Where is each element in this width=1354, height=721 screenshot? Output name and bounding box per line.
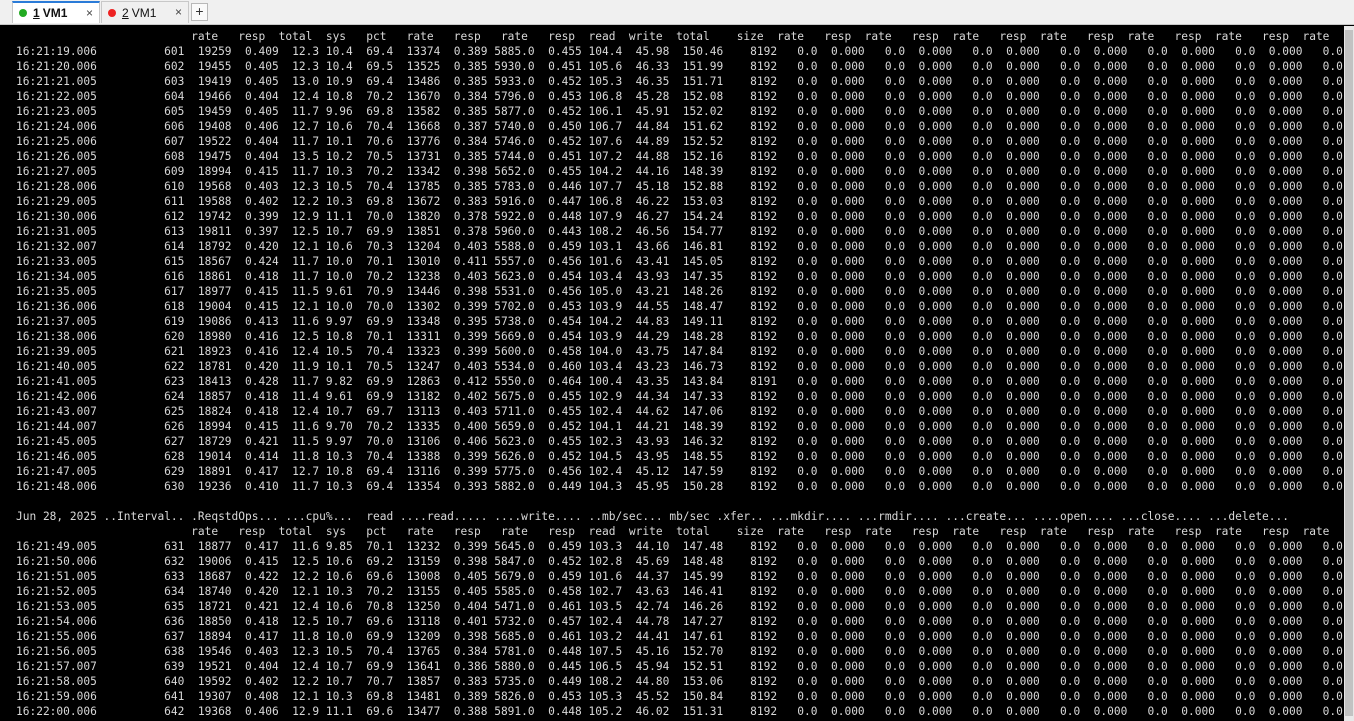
- terminal-line: 16:22:00.006 642 19368 0.406 12.9 11.1 6…: [16, 705, 1344, 718]
- terminal-line: 16:21:40.005 622 18781 0.420 11.9 10.1 7…: [16, 360, 1344, 373]
- terminal-line: 16:21:58.005 640 19592 0.402 12.2 10.7 7…: [16, 675, 1344, 688]
- terminal-line: 16:21:33.005 615 18567 0.424 11.7 10.0 7…: [16, 255, 1344, 268]
- tab-bar: 1 VM1 × 2 VM1 × +: [0, 0, 1354, 25]
- terminal-line: 16:21:46.005 628 19014 0.414 11.8 10.3 7…: [16, 450, 1344, 463]
- terminal-line: 16:21:19.006 601 19259 0.409 12.3 10.4 6…: [16, 45, 1344, 58]
- terminal-line: 16:21:47.005 629 18891 0.417 12.7 10.8 6…: [16, 465, 1344, 478]
- terminal-line: 16:21:56.005 638 19546 0.403 12.3 10.5 7…: [16, 645, 1344, 658]
- vertical-scrollbar[interactable]: [1344, 26, 1354, 721]
- new-tab-button[interactable]: +: [191, 3, 208, 21]
- terminal-line: 16:21:54.006 636 18850 0.418 12.5 10.7 6…: [16, 615, 1344, 628]
- terminal-line: 16:21:34.005 616 18861 0.418 11.7 10.0 7…: [16, 270, 1344, 283]
- tab-label: VM1: [131, 5, 157, 20]
- terminal-line: 16:21:42.006 624 18857 0.418 11.4 9.61 6…: [16, 390, 1344, 403]
- terminal-line: 16:21:39.005 621 18923 0.416 12.4 10.5 7…: [16, 345, 1344, 358]
- terminal-line: 16:21:21.005 603 19419 0.405 13.0 10.9 6…: [16, 75, 1344, 88]
- terminal-line: 16:21:31.005 613 19811 0.397 12.5 10.7 6…: [16, 225, 1344, 238]
- terminal-line: 16:21:26.005 608 19475 0.404 13.5 10.2 7…: [16, 150, 1344, 163]
- terminal-line: 16:21:45.005 627 18729 0.421 11.5 9.97 7…: [16, 435, 1344, 448]
- terminal-line: 16:21:20.006 602 19455 0.405 12.3 10.4 6…: [16, 60, 1344, 73]
- terminal-line: 16:21:44.007 626 18994 0.415 11.6 9.70 7…: [16, 420, 1344, 433]
- terminal-line: 16:21:37.005 619 19086 0.413 11.6 9.97 6…: [16, 315, 1344, 328]
- terminal-line: 16:21:41.005 623 18413 0.428 11.7 9.82 6…: [16, 375, 1344, 388]
- terminal-line: Jun 28, 2025 ..Interval.. .ReqstdOps... …: [16, 510, 1289, 523]
- terminal-line: 16:21:28.006 610 19568 0.403 12.3 10.5 7…: [16, 180, 1344, 193]
- terminal-line: 16:21:53.005 635 18721 0.421 12.4 10.6 7…: [16, 600, 1344, 613]
- terminal-line: 16:21:23.005 605 19459 0.405 11.7 9.96 6…: [16, 105, 1344, 118]
- terminal-line: 16:21:22.005 604 19466 0.404 12.4 10.8 7…: [16, 90, 1344, 103]
- tab-vm1-session-2[interactable]: 2 VM1 ×: [101, 1, 189, 23]
- terminal-line: 16:21:59.006 641 19307 0.408 12.1 10.3 6…: [16, 690, 1344, 703]
- tab-number: 2: [122, 5, 129, 20]
- terminal-line: 16:21:30.006 612 19742 0.399 12.9 11.1 7…: [16, 210, 1344, 223]
- status-dot-icon: [19, 9, 27, 17]
- close-tab-icon[interactable]: ×: [86, 6, 93, 20]
- terminal-line: 16:21:29.005 611 19588 0.402 12.2 10.3 6…: [16, 195, 1344, 208]
- tab-number: 1: [33, 6, 40, 20]
- terminal-line: 16:21:35.005 617 18977 0.415 11.5 9.61 7…: [16, 285, 1344, 298]
- terminal-line: 16:21:50.006 632 19006 0.415 12.5 10.6 6…: [16, 555, 1344, 568]
- status-dot-icon: [108, 8, 116, 17]
- terminal-line: 16:21:27.005 609 18994 0.415 11.7 10.3 7…: [16, 165, 1344, 178]
- terminal-line: 16:21:57.007 639 19521 0.404 12.4 10.7 6…: [16, 660, 1344, 673]
- tab-label: VM1: [42, 6, 68, 20]
- terminal-line: 16:21:48.006 630 19236 0.410 11.7 10.3 6…: [16, 480, 1344, 493]
- terminal-line: 16:21:25.006 607 19522 0.404 11.7 10.1 7…: [16, 135, 1344, 148]
- terminal-line: 16:21:38.006 620 18980 0.416 12.5 10.8 7…: [16, 330, 1344, 343]
- close-tab-icon[interactable]: ×: [175, 5, 182, 19]
- terminal-line: 16:21:55.006 637 18894 0.417 11.8 10.0 6…: [16, 630, 1344, 643]
- terminal-line: 16:21:49.005 631 18877 0.417 11.6 9.85 7…: [16, 540, 1344, 553]
- terminal-line: 16:21:43.007 625 18824 0.418 12.4 10.7 6…: [16, 405, 1344, 418]
- terminal-line: 16:21:36.006 618 19004 0.415 12.1 10.0 7…: [16, 300, 1344, 313]
- terminal-line: 16:21:24.006 606 19408 0.406 12.7 10.6 7…: [16, 120, 1344, 133]
- scrollbar-thumb[interactable]: [1345, 30, 1353, 716]
- terminal-output[interactable]: rate resp total sys pct rate resp rate r…: [0, 26, 1344, 721]
- terminal-line: rate resp total sys pct rate resp rate r…: [16, 525, 1344, 538]
- terminal-line: 16:21:32.007 614 18792 0.420 12.1 10.6 7…: [16, 240, 1344, 253]
- tab-vm1-session-1[interactable]: 1 VM1 ×: [12, 1, 100, 23]
- terminal-line: rate resp total sys pct rate resp rate r…: [16, 30, 1344, 43]
- terminal-line: 16:21:51.005 633 18687 0.422 12.2 10.6 6…: [16, 570, 1344, 583]
- terminal-line: 16:21:52.005 634 18740 0.420 12.1 10.3 7…: [16, 585, 1344, 598]
